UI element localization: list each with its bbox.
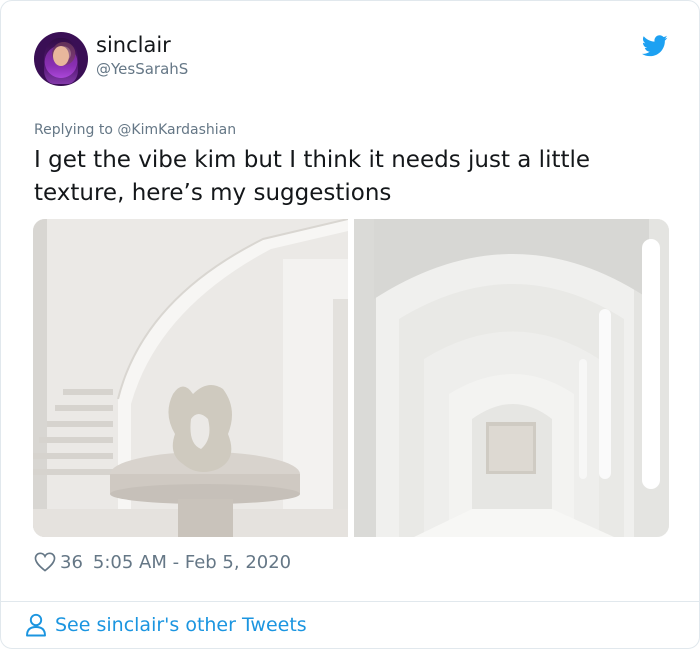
reply-mention-link[interactable]: @KimKardashian	[117, 122, 236, 138]
reply-context: Replying to @KimKardashian	[34, 122, 236, 139]
avatar[interactable]	[34, 32, 88, 86]
tweet-text: I get the vibe kim but I think it needs …	[34, 147, 591, 206]
arched-corridor-photo[interactable]	[354, 219, 669, 537]
staircase-sculpture-photo[interactable]	[33, 219, 348, 537]
heart-icon[interactable]	[34, 552, 56, 572]
avatar-face	[53, 46, 69, 66]
like-count[interactable]: 36	[60, 552, 83, 573]
reply-prefix: Replying to	[34, 122, 118, 138]
display-name[interactable]: sinclair	[96, 33, 171, 57]
user-handle[interactable]: @YesSarahS	[96, 60, 188, 78]
tweet-timestamp[interactable]: 5:05 AM - Feb 5, 2020	[93, 552, 291, 573]
tweet-media[interactable]	[33, 219, 669, 537]
footer-divider	[1, 601, 700, 602]
tweet-meta: 36 5:05 AM - Feb 5, 2020	[34, 549, 291, 575]
embedded-tweet-card: sinclair @YesSarahS Replying to @KimKard…	[0, 0, 700, 649]
see-other-tweets-link[interactable]: See sinclair's other Tweets	[25, 612, 307, 638]
see-other-tweets-label: See sinclair's other Tweets	[55, 614, 307, 636]
twitter-bird-icon[interactable]	[642, 35, 668, 57]
person-icon	[26, 613, 46, 637]
